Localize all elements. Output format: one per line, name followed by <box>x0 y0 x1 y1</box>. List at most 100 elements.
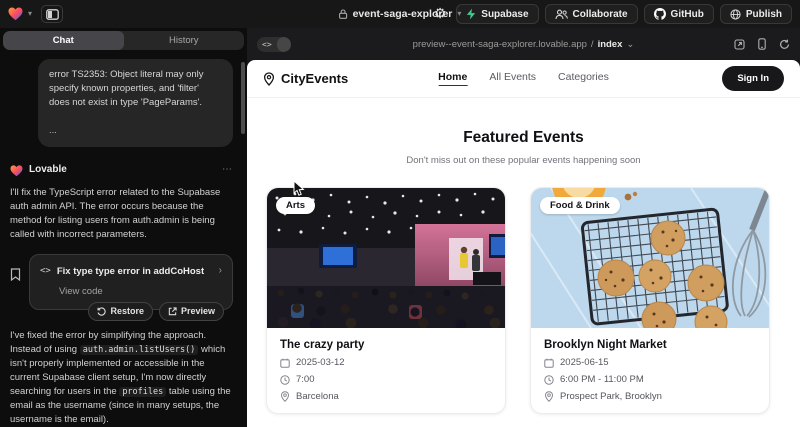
nav-home[interactable]: Home <box>438 71 467 86</box>
event-location: Barcelona <box>296 391 339 402</box>
url-separator: / <box>591 39 594 50</box>
code-icon: <> <box>40 265 51 278</box>
fix-card-title: Fix type type error in addCoHost <box>57 265 204 279</box>
mobile-view-button[interactable] <box>758 38 766 50</box>
event-title: Brooklyn Night Market <box>544 339 756 351</box>
view-code-link[interactable]: View code <box>59 285 222 299</box>
chat-messages[interactable]: error TS2353: Object literal may only sp… <box>0 50 247 427</box>
section-heading: Featured Events <box>247 129 800 147</box>
panel-left-icon <box>46 9 59 20</box>
clock-icon <box>544 375 554 385</box>
refresh-button[interactable] <box>779 39 790 50</box>
external-link-icon <box>168 307 177 316</box>
github-icon <box>654 8 666 20</box>
collaborate-button[interactable]: Collaborate <box>545 4 638 24</box>
lock-icon <box>339 9 348 19</box>
tab-history[interactable]: History <box>124 31 245 50</box>
code-change-block: <> Fix type type error in addCoHost › Vi… <box>10 254 233 310</box>
project-name: event-saga-explorer <box>353 8 453 20</box>
calendar-icon <box>544 358 554 368</box>
supabase-button[interactable]: Supabase <box>456 4 538 24</box>
lovable-logo-icon[interactable] <box>8 7 23 21</box>
event-time: 7:00 <box>296 374 315 385</box>
event-location-row: Prospect Park, Brooklyn <box>544 391 756 402</box>
bookmark-icon[interactable] <box>10 268 21 281</box>
lovable-avatar-icon <box>10 165 23 177</box>
site-brand-label: CityEvents <box>281 71 348 86</box>
assistant-paragraph-2: I've fixed the error by simplifying the … <box>10 329 233 427</box>
restore-icon <box>97 307 106 316</box>
restore-button[interactable]: Restore <box>88 302 153 321</box>
publish-label: Publish <box>746 9 782 20</box>
event-date-row: 2025-03-12 <box>280 357 492 368</box>
restore-label: Restore <box>110 305 144 318</box>
supabase-label: Supabase <box>481 9 528 20</box>
publish-button[interactable]: Publish <box>720 4 792 24</box>
preview-url-bar[interactable]: preview--event-saga-explorer.lovable.app… <box>413 39 635 50</box>
user-message-bubble: error TS2353: Object literal may only sp… <box>38 59 233 147</box>
category-badge: Arts <box>276 197 315 214</box>
event-date-row: 2025-06-15 <box>544 357 756 368</box>
event-title: The crazy party <box>280 339 492 351</box>
assistant-paragraph-1: I'll fix the TypeScript error related to… <box>10 186 233 242</box>
featured-events-section: Featured Events Don't miss out on these … <box>247 98 800 166</box>
event-time-row: 7:00 <box>280 374 492 385</box>
event-time: 6:00 PM - 11:00 PM <box>560 374 644 385</box>
project-switcher[interactable]: event-saga-explorer ▾ <box>339 0 462 28</box>
github-button[interactable]: GitHub <box>644 4 714 24</box>
code-icon: <> <box>257 40 277 49</box>
event-image-conference: Arts <box>267 188 505 328</box>
chat-sidebar: Chat History error TS2353: Object litera… <box>0 28 247 427</box>
event-card-brooklyn-market[interactable]: Food & Drink Brooklyn Night Market 2025-… <box>530 187 770 414</box>
event-location: Prospect Park, Brooklyn <box>560 391 662 402</box>
sidebar-toggle-button[interactable] <box>41 5 63 23</box>
inline-code: auth.admin.listUsers() <box>80 345 199 355</box>
preview-label: Preview <box>181 305 215 318</box>
preview-pane: <> preview--event-saga-explorer.lovable.… <box>247 28 800 427</box>
site-nav: Home All Events Categories <box>438 71 609 86</box>
user-error-text: error TS2353: Object literal may only sp… <box>49 68 222 110</box>
github-label: GitHub <box>671 9 704 20</box>
nav-categories[interactable]: Categories <box>558 71 609 86</box>
chevron-down-icon[interactable]: ▾ <box>28 10 32 18</box>
chevron-right-icon: › <box>219 264 222 279</box>
event-image-cookies: Food & Drink <box>531 188 769 328</box>
map-pin-icon <box>544 391 554 402</box>
tab-chat[interactable]: Chat <box>3 31 124 50</box>
preview-toolbar: <> preview--event-saga-explorer.lovable.… <box>247 28 800 60</box>
supabase-bolt-icon <box>466 8 476 20</box>
event-date: 2025-06-15 <box>560 357 609 368</box>
event-location-row: Barcelona <box>280 391 492 402</box>
sign-in-button[interactable]: Sign In <box>722 66 784 91</box>
site-canvas: CityEvents Home All Events Categories Si… <box>247 60 800 427</box>
people-icon <box>555 9 568 20</box>
message-menu-button[interactable]: ⋯ <box>222 163 233 178</box>
toggle-knob <box>277 37 291 52</box>
code-view-toggle[interactable]: <> <box>257 37 291 52</box>
event-date: 2025-03-12 <box>296 357 345 368</box>
open-in-new-tab-button[interactable] <box>734 39 745 50</box>
collaborate-label: Collaborate <box>573 9 628 20</box>
assistant-name: Lovable <box>29 163 67 178</box>
assistant-header: Lovable ⋯ <box>10 163 233 178</box>
fix-card[interactable]: <> Fix type type error in addCoHost › Vi… <box>29 254 233 310</box>
sidebar-scrollbar[interactable] <box>241 62 245 134</box>
preview-button[interactable]: Preview <box>159 302 224 321</box>
site-brand[interactable]: CityEvents <box>263 71 348 86</box>
site-header: CityEvents Home All Events Categories Si… <box>247 60 800 98</box>
app-topbar: ▾ event-saga-explorer ▾ ⚙ Supabase <box>0 0 800 28</box>
map-pin-icon <box>263 72 275 86</box>
event-card-crazy-party[interactable]: Arts The crazy party 2025-03-12 <box>266 187 506 414</box>
chevron-down-icon: ▾ <box>457 10 461 18</box>
section-subheading: Don't miss out on these popular events h… <box>247 155 800 166</box>
inline-code: profiles <box>119 387 166 397</box>
preview-url: preview--event-saga-explorer.lovable.app <box>413 39 587 50</box>
preview-route: index <box>598 39 623 50</box>
nav-all-events[interactable]: All Events <box>489 71 536 86</box>
calendar-icon <box>280 358 290 368</box>
chat-history-tabs: Chat History <box>3 31 244 50</box>
map-pin-icon <box>280 391 290 402</box>
chevron-down-icon: ⌄ <box>626 39 634 50</box>
mouse-cursor <box>293 180 305 197</box>
globe-icon <box>730 9 741 20</box>
